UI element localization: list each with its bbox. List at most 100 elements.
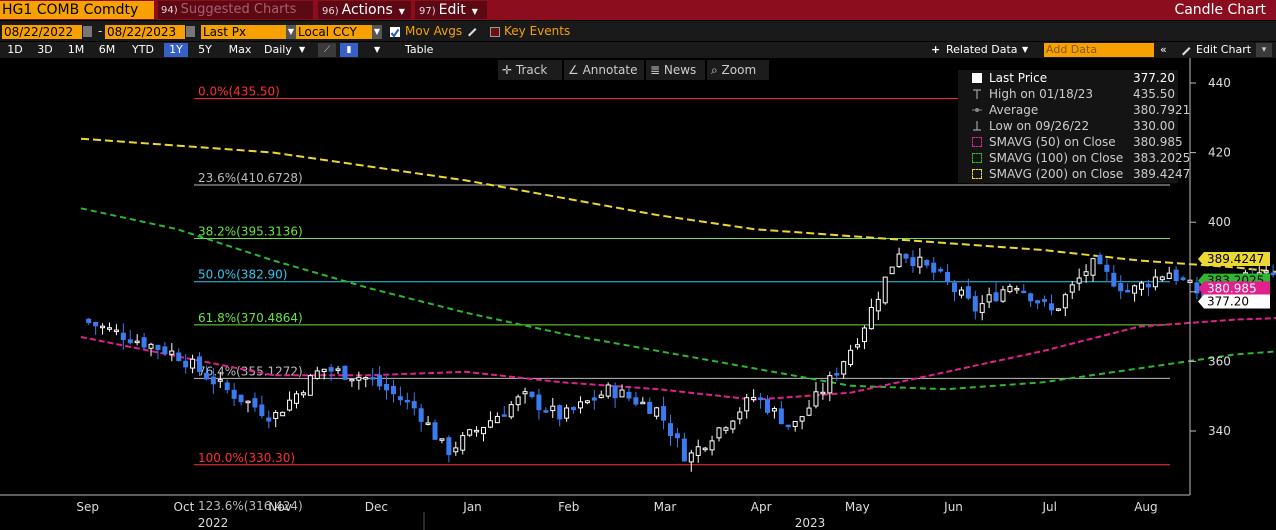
candle-up [709,440,715,451]
pencil-icon[interactable] [466,25,478,40]
related-data-button[interactable]: Related Data [946,43,1018,57]
news-label: News [663,63,697,77]
candle-down [951,282,957,293]
candle-down [938,268,944,272]
annotate-button[interactable]: ∠ Annotate [564,60,644,80]
window-title: Candle Chart [1174,2,1266,18]
legend-value: 377.20 [1133,71,1175,85]
candle-chart-icon[interactable]: ▮ [340,43,358,57]
candle-up [1069,284,1075,293]
candle-up [868,306,874,330]
chevron-down-icon[interactable]: ▾ [1256,43,1272,57]
candle-down [1028,293,1034,302]
candle-up [1062,294,1068,309]
candle-down [390,385,396,395]
candle-up [771,408,777,412]
candle-up [889,266,895,275]
candle-down [397,396,403,401]
caret-down-icon[interactable]: ▼ [374,43,380,57]
range-button-5y[interactable]: 5Y [194,43,216,57]
candle-down [384,383,390,391]
candle-down [1048,303,1054,311]
candle-up [349,378,355,382]
candle-up [619,389,625,398]
caret-down-icon[interactable]: ▼ [299,43,305,57]
x-tick-label: Mar [654,500,677,514]
edit-chart-button[interactable]: Edit Chart [1196,43,1251,57]
candle-down [1145,283,1151,288]
pencil-icon[interactable] [1180,44,1192,59]
candle-down [120,332,126,340]
candle-up [280,411,286,417]
collapse-icon[interactable]: « [1160,43,1167,57]
candle-down [910,257,916,267]
candle-down [501,414,507,417]
candle-up [986,294,992,303]
x-tick-label: Sep [76,500,99,514]
start-date-field[interactable]: 08/22/2022 [2,25,82,39]
candle-up [1132,285,1138,294]
legend-label: SMAVG (200) on Close [989,167,1124,181]
mov-avgs-checkbox[interactable] [390,27,400,38]
news-button[interactable]: ≣ News [646,60,705,80]
candle-down [785,424,791,428]
field-select[interactable]: Last Px [201,25,289,39]
range-button-ytd[interactable]: YTD [128,43,158,57]
candle-down [238,394,244,403]
candle-up [751,396,757,400]
key-events-checkbox[interactable] [490,27,500,37]
candle-down [370,377,376,380]
edit-menu[interactable]: 97) Edit ▼ [415,1,487,19]
candle-up [508,404,514,418]
candle-up [487,420,493,428]
candle-down [141,337,147,348]
caret-down-icon[interactable]: ▼ [1022,43,1028,57]
currency-select[interactable]: Local CCY [296,25,372,39]
range-button-max[interactable]: Max [225,43,255,57]
candle-up [550,405,556,412]
frequency-select[interactable]: Daily [264,43,292,57]
key-events-label: Key Events [504,24,571,38]
candle-down [342,365,348,380]
candle-down [418,408,424,422]
candle-down [993,292,999,302]
candle-up [827,375,833,394]
date-separator: - [98,24,103,38]
candle-down [965,286,971,299]
actions-menu[interactable]: 96) Actions ▼ [318,1,411,19]
legend-value: 380.7921 [1133,103,1191,117]
candle-down [231,389,237,399]
chart-legend: Last Price 377.20 High on 01/18/23 435.50 … [958,70,1190,183]
track-button[interactable]: ✛ Track [498,60,562,80]
ticker-field[interactable]: HG1 COMB Comdty [0,1,154,19]
annotate-label: Annotate [582,63,638,77]
candle-down [633,397,639,405]
candle-up [723,427,729,431]
range-button-3d[interactable]: 3D [34,43,56,57]
candle-up [820,391,826,395]
plus-icon[interactable]: + [931,43,940,57]
menu-number: 97) [419,6,436,17]
legend-row: Average 380.7921 [958,102,1190,118]
candle-down [93,322,99,327]
caret-down-icon[interactable]: ▼ [372,25,382,39]
candle-up [737,411,743,420]
add-data-input[interactable]: Add Data [1044,43,1154,57]
suggested-charts-menu[interactable]: 94) Suggested Charts [158,1,313,19]
candle-up [460,435,466,451]
candle-up [148,343,154,349]
zoom-button[interactable]: ⌕ Zoom [707,60,769,80]
calendar-icon[interactable] [186,26,195,37]
table-button[interactable]: Table [405,43,433,57]
calendar-icon[interactable] [83,26,92,37]
end-date-field[interactable]: 08/22/2023 [105,25,185,39]
x-tick-label: Oct [174,500,195,514]
range-button-1d[interactable]: 1D [4,43,26,57]
legend-row: Low on 09/26/22 330.00 [958,118,1178,134]
line-chart-icon[interactable]: ⟋ [318,43,336,57]
range-button-1y[interactable]: 1Y [164,43,188,57]
range-button-1m[interactable]: 1M [65,43,87,57]
caret-down-icon[interactable]: ▼ [286,25,296,39]
range-button-6m[interactable]: 6M [96,43,118,57]
legend-value: 330.00 [1133,119,1175,133]
